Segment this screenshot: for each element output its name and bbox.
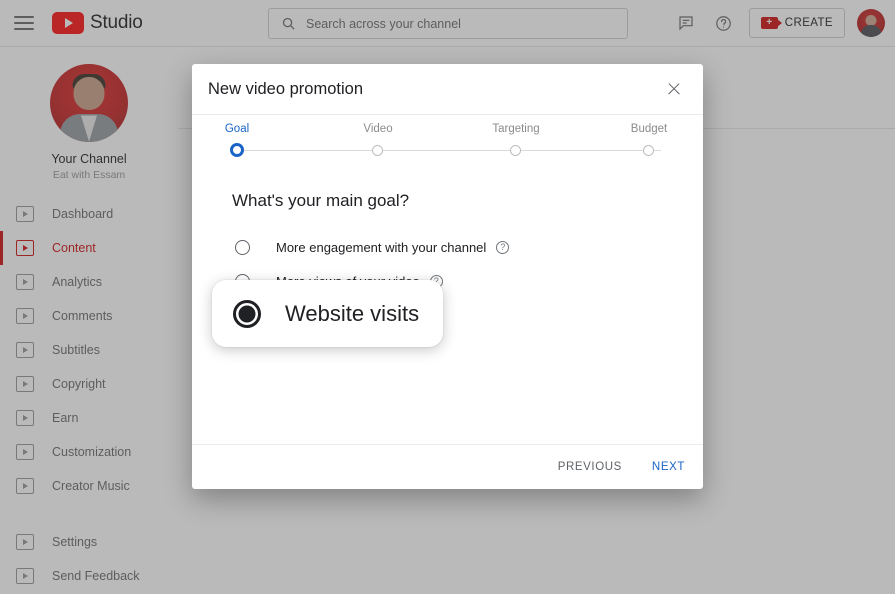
step-label: Targeting <box>492 123 540 135</box>
dialog-title: New video promotion <box>208 79 363 98</box>
goal-question: What's your main goal? <box>232 191 410 210</box>
step-label: Budget <box>630 123 668 135</box>
radio-button[interactable] <box>235 239 250 255</box>
option-website-visits-magnified[interactable]: Website visits <box>212 280 443 347</box>
radio-button-selected[interactable] <box>233 299 261 328</box>
step-dot <box>510 145 521 156</box>
step-dot <box>230 143 244 157</box>
previous-button[interactable]: PREVIOUS <box>558 461 622 473</box>
stepper-track <box>237 149 661 152</box>
dialog-footer: PREVIOUS NEXT <box>192 444 703 489</box>
step-label: Goal <box>224 123 250 135</box>
option-label: More engagement with your channel <box>276 239 487 255</box>
option-more-engagement[interactable]: More engagement with your channel ? <box>232 233 663 261</box>
progress-stepper: Goal Video Targeting Budget <box>225 123 667 181</box>
dialog-header: New video promotion <box>192 64 703 115</box>
option-label: Website visits <box>285 300 420 326</box>
close-icon[interactable] <box>663 78 685 100</box>
step-dot <box>372 145 383 156</box>
step-label: Video <box>363 123 393 135</box>
next-button[interactable]: NEXT <box>652 461 685 473</box>
app-root: Studio Search across your channel + CREA… <box>0 0 895 594</box>
new-video-promotion-dialog: New video promotion Goal Video Targeting… <box>192 64 703 489</box>
help-circle-icon[interactable]: ? <box>496 240 510 254</box>
step-dot <box>643 145 654 156</box>
